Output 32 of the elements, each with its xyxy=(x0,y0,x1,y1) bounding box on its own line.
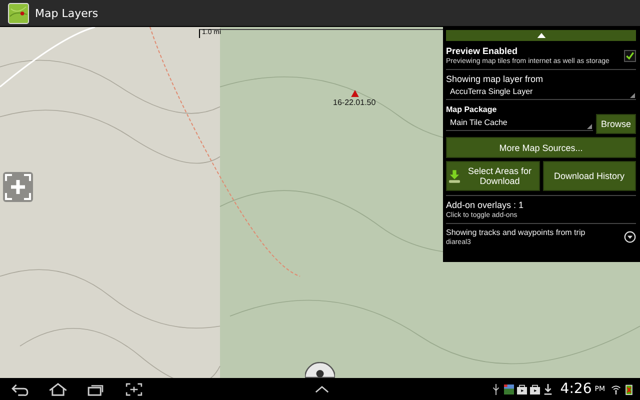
wifi-icon xyxy=(611,384,621,394)
usb-icon xyxy=(491,384,502,394)
image-icon xyxy=(504,384,514,394)
bag-icon xyxy=(517,384,528,394)
browse-button[interactable]: Browse xyxy=(596,114,636,134)
window-title: Map Layers xyxy=(35,6,98,20)
layer-dropdown[interactable]: AccuTerra Single Layer xyxy=(446,84,636,100)
setting-label: Showing map layer from xyxy=(446,74,544,84)
more-sources-button[interactable]: More Map Sources... xyxy=(446,137,636,158)
recent-apps-icon[interactable] xyxy=(86,382,106,396)
bag-icon xyxy=(530,384,540,394)
map-app-icon[interactable] xyxy=(8,2,29,24)
screenshot-icon[interactable] xyxy=(124,382,144,396)
select-areas-button[interactable]: Select Areas for Download xyxy=(446,161,540,191)
zoom-in-icon[interactable] xyxy=(3,172,33,202)
setting-label: Preview Enabled xyxy=(446,46,519,56)
checkbox[interactable] xyxy=(624,50,636,62)
back-icon[interactable] xyxy=(10,382,30,396)
setting-label: Map Package xyxy=(446,105,498,114)
compass-icon[interactable] xyxy=(305,362,335,378)
clock-time: 4:26 xyxy=(560,381,592,397)
package-dropdown[interactable]: Main Tile Cache xyxy=(446,115,593,131)
waypoint-triangle-icon[interactable] xyxy=(351,90,359,97)
download-icon xyxy=(543,384,554,394)
download-icon xyxy=(449,170,460,182)
dropdown-circle-icon xyxy=(624,231,636,243)
caret-up-icon[interactable] xyxy=(315,386,329,392)
up-triangle-icon xyxy=(536,33,546,38)
waypoint-label: 16-22.01.50 xyxy=(333,98,376,107)
battery-icon xyxy=(624,384,634,394)
download-history-button[interactable]: Download History xyxy=(542,161,636,191)
home-icon[interactable] xyxy=(48,382,68,396)
